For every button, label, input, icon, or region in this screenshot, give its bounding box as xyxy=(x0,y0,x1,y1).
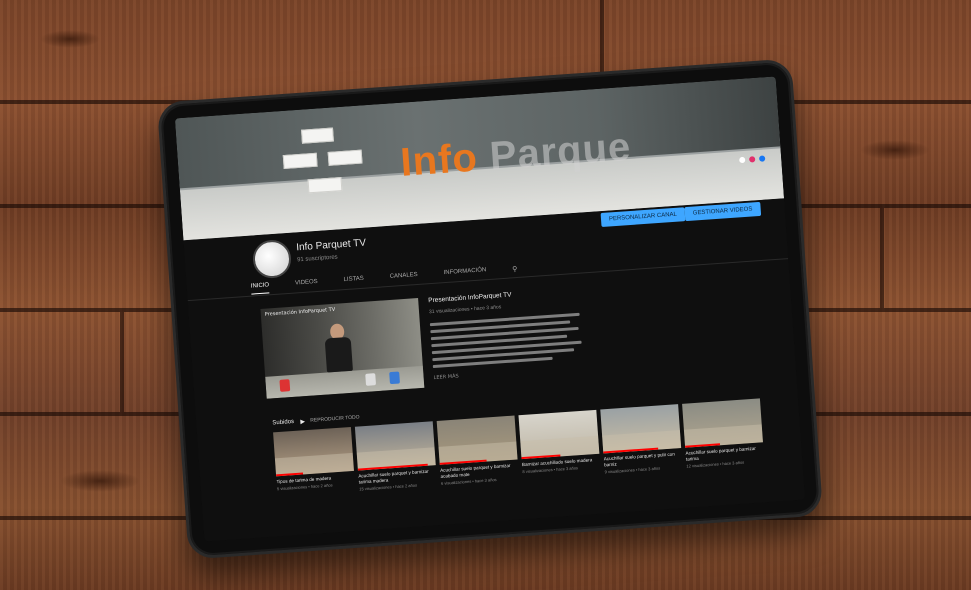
video-thumbnail[interactable] xyxy=(436,415,518,465)
featured-video-player[interactable]: Presentación InfoParquet TV xyxy=(260,297,425,399)
paint-bucket xyxy=(279,379,291,392)
paint-bucket xyxy=(389,371,400,385)
uploads-video-list: Tipos de tarima de madera 5 visualizacion… xyxy=(273,398,764,497)
read-more-link[interactable]: LEER MÁS xyxy=(433,373,458,381)
wood-seam xyxy=(880,208,884,308)
video-overlay-title: Presentación InfoParquet TV xyxy=(264,306,336,318)
video-thumbnail[interactable] xyxy=(518,409,600,460)
channel-avatar[interactable] xyxy=(251,238,293,280)
tablet-screen: Info Parque Info Parquet TV 91 suscripto… xyxy=(174,76,806,542)
video-thumbnail[interactable] xyxy=(273,426,354,477)
uploads-shelf-title[interactable]: Subidos xyxy=(272,419,294,426)
banner-tile xyxy=(327,149,363,166)
wood-knot xyxy=(860,140,930,160)
video-card[interactable]: Acuchillar suelo parquet y barnizar tari… xyxy=(354,421,437,492)
presenter xyxy=(322,323,356,383)
featured-video-meta: 31 visualizaciones • hace 3 años xyxy=(428,304,502,316)
tab-playlists[interactable]: LISTAS xyxy=(343,276,364,288)
video-card[interactable]: Acuchillar suelo parquet y barnizar acab… xyxy=(436,415,519,486)
video-thumbnail[interactable] xyxy=(354,421,436,471)
tablet-device: Info Parque Info Parquet TV 91 suscripto… xyxy=(156,58,824,560)
video-card[interactable]: Acuchillar suelo parquet y barnizar tari… xyxy=(682,398,764,469)
video-card[interactable]: Barnizar acuchillado suelo madera 8 visua… xyxy=(518,409,600,480)
tab-videos[interactable]: VIDEOS xyxy=(295,279,318,292)
featured-video-title[interactable]: Presentación InfoParquet TV xyxy=(428,291,512,304)
banner-tile xyxy=(301,127,334,144)
banner-title-gray: Parque xyxy=(488,124,633,179)
short-thumbnail[interactable] xyxy=(362,532,442,542)
wood-seam xyxy=(120,312,124,412)
video-card[interactable]: Acuchillar suelo parquet y pulir con bar… xyxy=(600,404,682,474)
wood-knot xyxy=(40,30,100,48)
video-thumbnail[interactable] xyxy=(600,404,682,454)
subscriber-count: 91 suscriptores xyxy=(296,254,338,264)
banner-tile xyxy=(307,177,343,194)
banner-tile xyxy=(282,152,318,170)
tab-channels[interactable]: CANALES xyxy=(390,272,419,285)
presenter-body xyxy=(324,336,353,373)
manage-videos-button[interactable]: GESTIONAR VIDEOS xyxy=(684,201,761,222)
shorts-shelf-title[interactable]: Shorts xyxy=(284,534,308,541)
watch-progress-bar xyxy=(276,472,304,477)
play-all-icon[interactable]: ▶ xyxy=(300,418,305,425)
paint-bucket xyxy=(365,373,377,386)
tab-home[interactable]: INICIO xyxy=(250,282,270,295)
shorts-icon xyxy=(284,535,290,542)
video-card[interactable]: Tipos de tarima de madera 5 visualizacion… xyxy=(273,426,355,497)
video-thumbnail[interactable] xyxy=(682,398,763,448)
wood-knot xyxy=(60,470,140,492)
play-all-link[interactable]: REPRODUCIR TODO xyxy=(310,414,360,423)
shorts-label: Shorts xyxy=(293,534,309,542)
channel-name[interactable]: Info Parquet TV xyxy=(296,238,366,254)
search-icon[interactable]: ⚲ xyxy=(512,265,518,276)
banner-title-orange: Info xyxy=(399,135,480,185)
short-thumbnail[interactable] xyxy=(280,538,360,542)
